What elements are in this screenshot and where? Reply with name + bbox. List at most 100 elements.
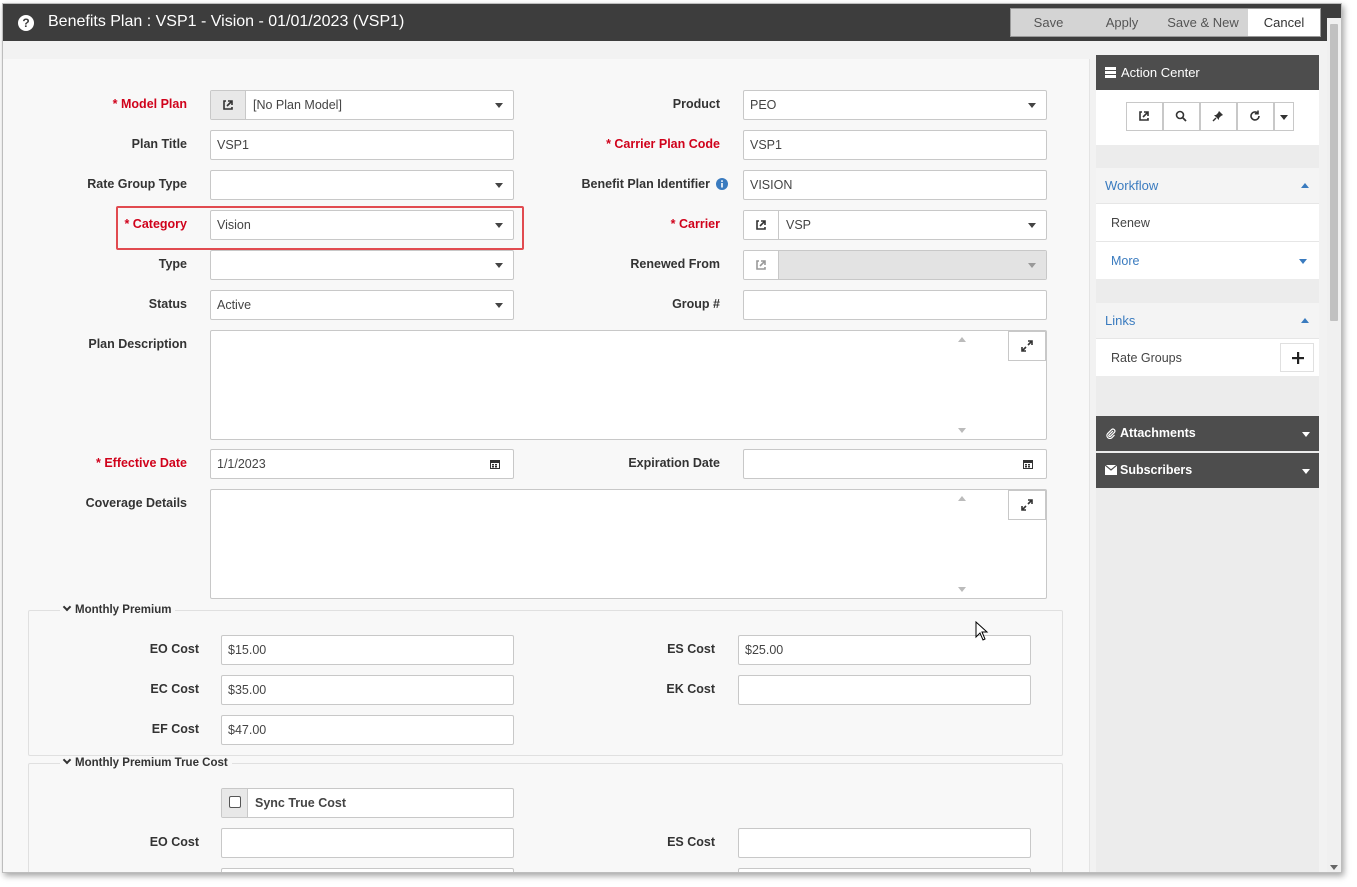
model-plan-select[interactable]: [No Plan Model]	[210, 90, 514, 120]
toolbar-more-dropdown[interactable]	[1274, 102, 1294, 131]
expand-icon	[1021, 340, 1033, 352]
chevron-down-icon	[1302, 432, 1310, 437]
ec-cost-input[interactable]: $35.00	[221, 675, 514, 705]
es-cost-label: ES Cost	[667, 642, 715, 656]
chevron-down-icon	[1299, 259, 1307, 264]
carrier-link-button[interactable]	[744, 211, 779, 239]
ef-cost-value: $47.00	[228, 723, 267, 737]
category-label: * Category	[124, 217, 187, 231]
pin-button[interactable]	[1200, 102, 1237, 131]
rate-group-type-select[interactable]	[210, 170, 514, 200]
chevron-down-icon	[495, 103, 503, 108]
carrier-plan-code-input[interactable]: VSP1	[743, 130, 1047, 160]
search-button[interactable]	[1163, 102, 1200, 131]
mouse-cursor-icon	[975, 621, 989, 641]
coverage-details-expand-button[interactable]	[1008, 490, 1046, 520]
attachments-title: Attachments	[1120, 426, 1196, 440]
benefit-plan-identifier-input[interactable]: VISION	[743, 170, 1047, 200]
refresh-button[interactable]	[1237, 102, 1274, 131]
open-record-button[interactable]	[1126, 102, 1163, 131]
monthly-premium-true-cost-header[interactable]: Monthly Premium True Cost	[60, 755, 232, 769]
save-and-new-button[interactable]: Save & New	[1158, 9, 1248, 36]
info-icon[interactable]	[716, 178, 728, 190]
carrier-value: VSP	[786, 218, 812, 232]
cancel-button[interactable]: Cancel	[1248, 9, 1320, 36]
search-icon	[1175, 110, 1187, 122]
main-scrollbar[interactable]	[1327, 18, 1341, 872]
true-eo-cost-input[interactable]	[221, 828, 514, 858]
plan-title-input[interactable]: VSP1	[210, 130, 514, 160]
effective-date-label: * Effective Date	[95, 456, 187, 470]
scroll-down-arrow-icon[interactable]	[1330, 865, 1338, 870]
action-center-header: Action Center	[1096, 55, 1319, 90]
renewed-from-select[interactable]	[743, 250, 1047, 280]
server-icon	[1105, 67, 1116, 78]
ek-cost-input[interactable]	[738, 675, 1031, 705]
monthly-premium-true-cost-title: Monthly Premium True Cost	[75, 757, 228, 769]
status-label: Status	[148, 297, 187, 311]
help-icon[interactable]: ?	[18, 15, 34, 31]
plan-description-textarea[interactable]	[210, 330, 1047, 440]
workflow-title: Workflow	[1105, 178, 1159, 193]
sync-true-cost-field[interactable]: Sync True Cost	[221, 788, 514, 818]
plan-title-label: Plan Title	[131, 137, 187, 151]
links-panel-header[interactable]: Links	[1096, 303, 1319, 338]
subscribers-panel-header[interactable]: Subscribers	[1096, 453, 1319, 488]
renewed-from-link-button[interactable]	[744, 251, 779, 279]
window-title: Benefits Plan : VSP1 - Vision - 01/01/20…	[48, 13, 405, 30]
open-link-icon	[1139, 111, 1149, 121]
category-select[interactable]: Vision	[210, 210, 514, 240]
add-rate-group-button[interactable]	[1280, 343, 1314, 372]
plan-description-label: Plan Description	[88, 337, 187, 351]
type-select[interactable]	[210, 250, 514, 280]
renewed-from-disabled-area	[779, 251, 1046, 279]
carrier-plan-code-value: VSP1	[750, 138, 782, 152]
true-eo-cost-label: EO Cost	[149, 835, 199, 849]
ef-cost-input[interactable]: $47.00	[221, 715, 514, 745]
scrollbar-thumb[interactable]	[1330, 24, 1338, 321]
renewed-from-label: Renewed From	[630, 257, 720, 271]
chevron-up-icon	[1301, 318, 1309, 323]
chevron-down-icon	[495, 303, 503, 308]
sync-true-cost-label: Sync True Cost	[255, 796, 346, 810]
links-title: Links	[1105, 313, 1136, 328]
eo-cost-input[interactable]: $15.00	[221, 635, 514, 665]
chevron-down-icon	[1280, 115, 1288, 120]
calendar-icon[interactable]	[489, 458, 501, 470]
monthly-premium-header[interactable]: Monthly Premium	[60, 602, 176, 616]
apply-button[interactable]: Apply	[1086, 9, 1158, 36]
true-es-cost-input[interactable]	[738, 828, 1031, 858]
rate-group-type-label: Rate Group Type	[87, 177, 187, 191]
true-ek-cost-input-partial[interactable]	[738, 868, 1031, 872]
save-button[interactable]: Save	[1011, 9, 1086, 36]
workflow-panel-header[interactable]: Workflow	[1096, 168, 1319, 203]
group-number-input[interactable]	[743, 290, 1047, 320]
category-value: Vision	[217, 218, 251, 232]
expiration-date-input[interactable]	[743, 449, 1047, 479]
true-ec-cost-input-partial[interactable]	[221, 868, 514, 872]
attachments-panel-header[interactable]: Attachments	[1096, 416, 1319, 451]
carrier-select[interactable]: VSP	[743, 210, 1047, 240]
refresh-icon	[1250, 110, 1260, 121]
sync-true-cost-checkbox[interactable]	[222, 789, 248, 817]
pin-icon	[1212, 111, 1223, 122]
workflow-item-more[interactable]: More	[1096, 241, 1319, 279]
model-plan-link-button[interactable]	[211, 91, 246, 119]
coverage-details-scrollbar[interactable]	[955, 490, 969, 598]
plan-description-expand-button[interactable]	[1008, 331, 1046, 361]
ek-cost-label: EK Cost	[666, 682, 715, 696]
product-select[interactable]: PEO	[743, 90, 1047, 120]
chevron-down-icon	[1302, 469, 1310, 474]
links-item-rate-groups[interactable]: Rate Groups	[1096, 338, 1319, 376]
plan-description-scrollbar[interactable]	[955, 331, 969, 439]
chevron-down-icon	[495, 183, 503, 188]
coverage-details-textarea[interactable]	[210, 489, 1047, 599]
calendar-icon[interactable]	[1022, 458, 1034, 470]
ef-cost-label: EF Cost	[151, 722, 199, 736]
effective-date-input[interactable]: 1/1/2023	[210, 449, 514, 479]
envelope-icon	[1105, 465, 1117, 475]
status-select[interactable]: Active	[210, 290, 514, 320]
chevron-down-icon	[62, 602, 72, 612]
carrier-label: * Carrier	[670, 217, 720, 231]
workflow-item-renew[interactable]: Renew	[1096, 203, 1319, 241]
